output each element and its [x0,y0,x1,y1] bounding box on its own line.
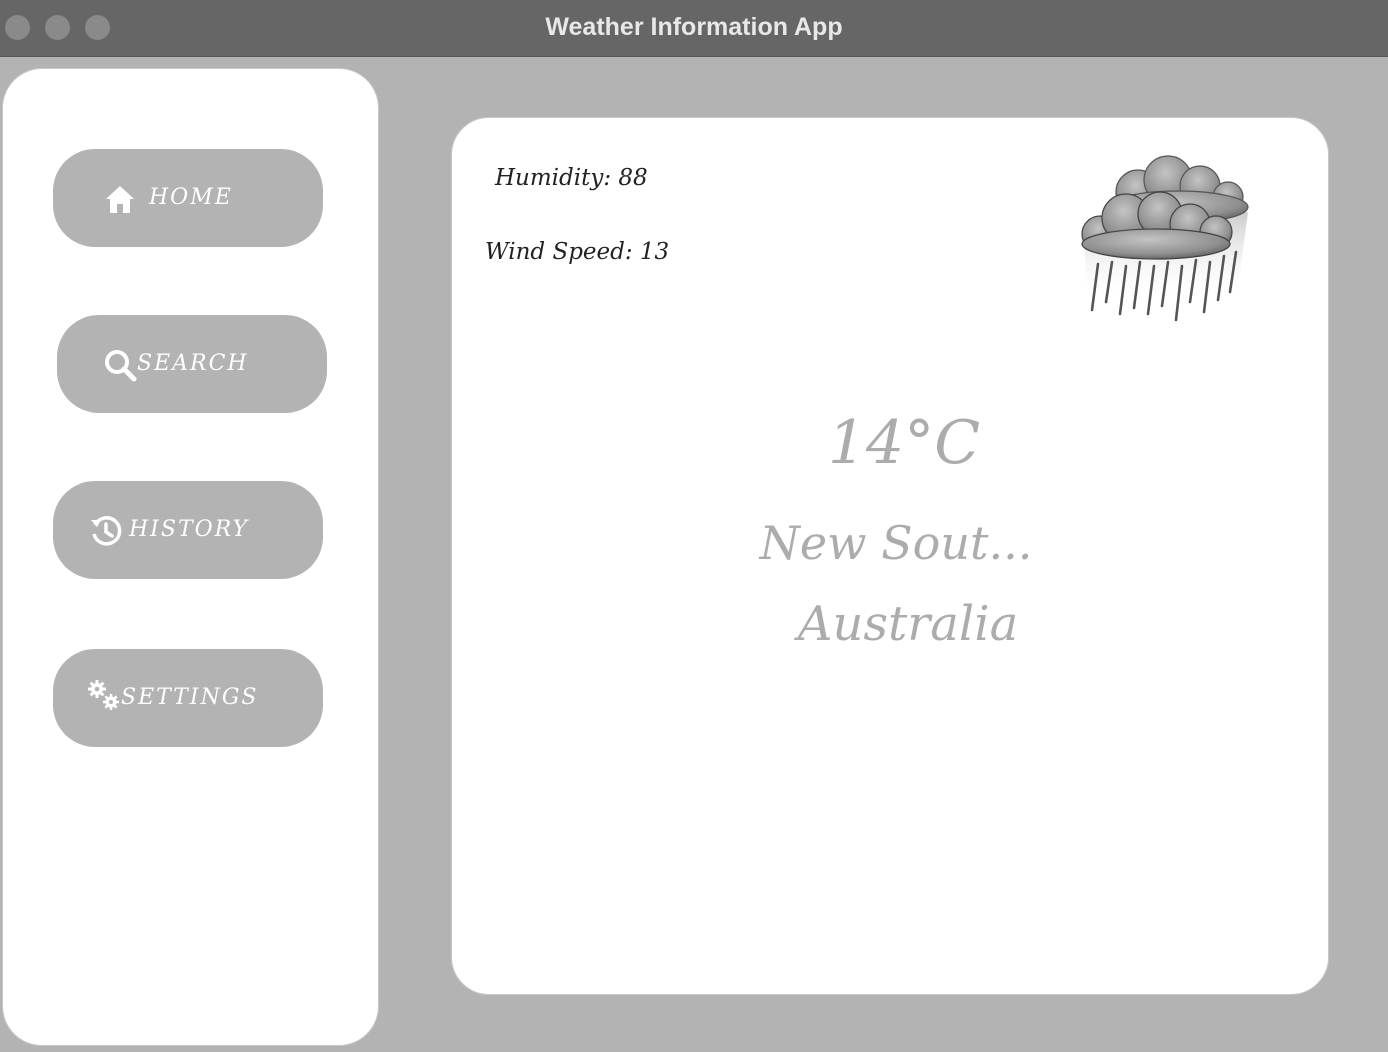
humidity-readout: Humidity: 88 [495,165,648,191]
search-label: SEARCH [137,351,249,376]
history-label: HISTORY [129,517,250,542]
home-button[interactable]: HOME [53,149,323,247]
gears-icon [88,680,119,710]
weather-panel: Humidity: 88 Wind Speed: 13 14°C New Sou… [451,117,1329,995]
country-name: Australia [797,596,1019,652]
search-icon [105,350,137,382]
wind-speed-readout: Wind Speed: 13 [485,239,670,265]
settings-button[interactable]: SETTINGS [53,649,323,747]
settings-label: SETTINGS [121,685,259,710]
history-icon [91,516,122,546]
home-icon [106,186,134,213]
search-button[interactable]: SEARCH [57,315,327,413]
sidebar: HOME SEARCH HISTORY SETTINGS [2,68,379,1046]
home-label: HOME [149,185,233,210]
city-name: New Sout... [759,516,1033,570]
app-window: Weather Information App HOME SEARCH HIST… [0,0,1388,1052]
window-title: Weather Information App [545,13,843,41]
temperature-display: 14°C [827,408,981,478]
rain-cloud-icon [1081,155,1249,322]
history-button[interactable]: HISTORY [53,481,323,579]
title-bar: Weather Information App [0,0,1388,57]
